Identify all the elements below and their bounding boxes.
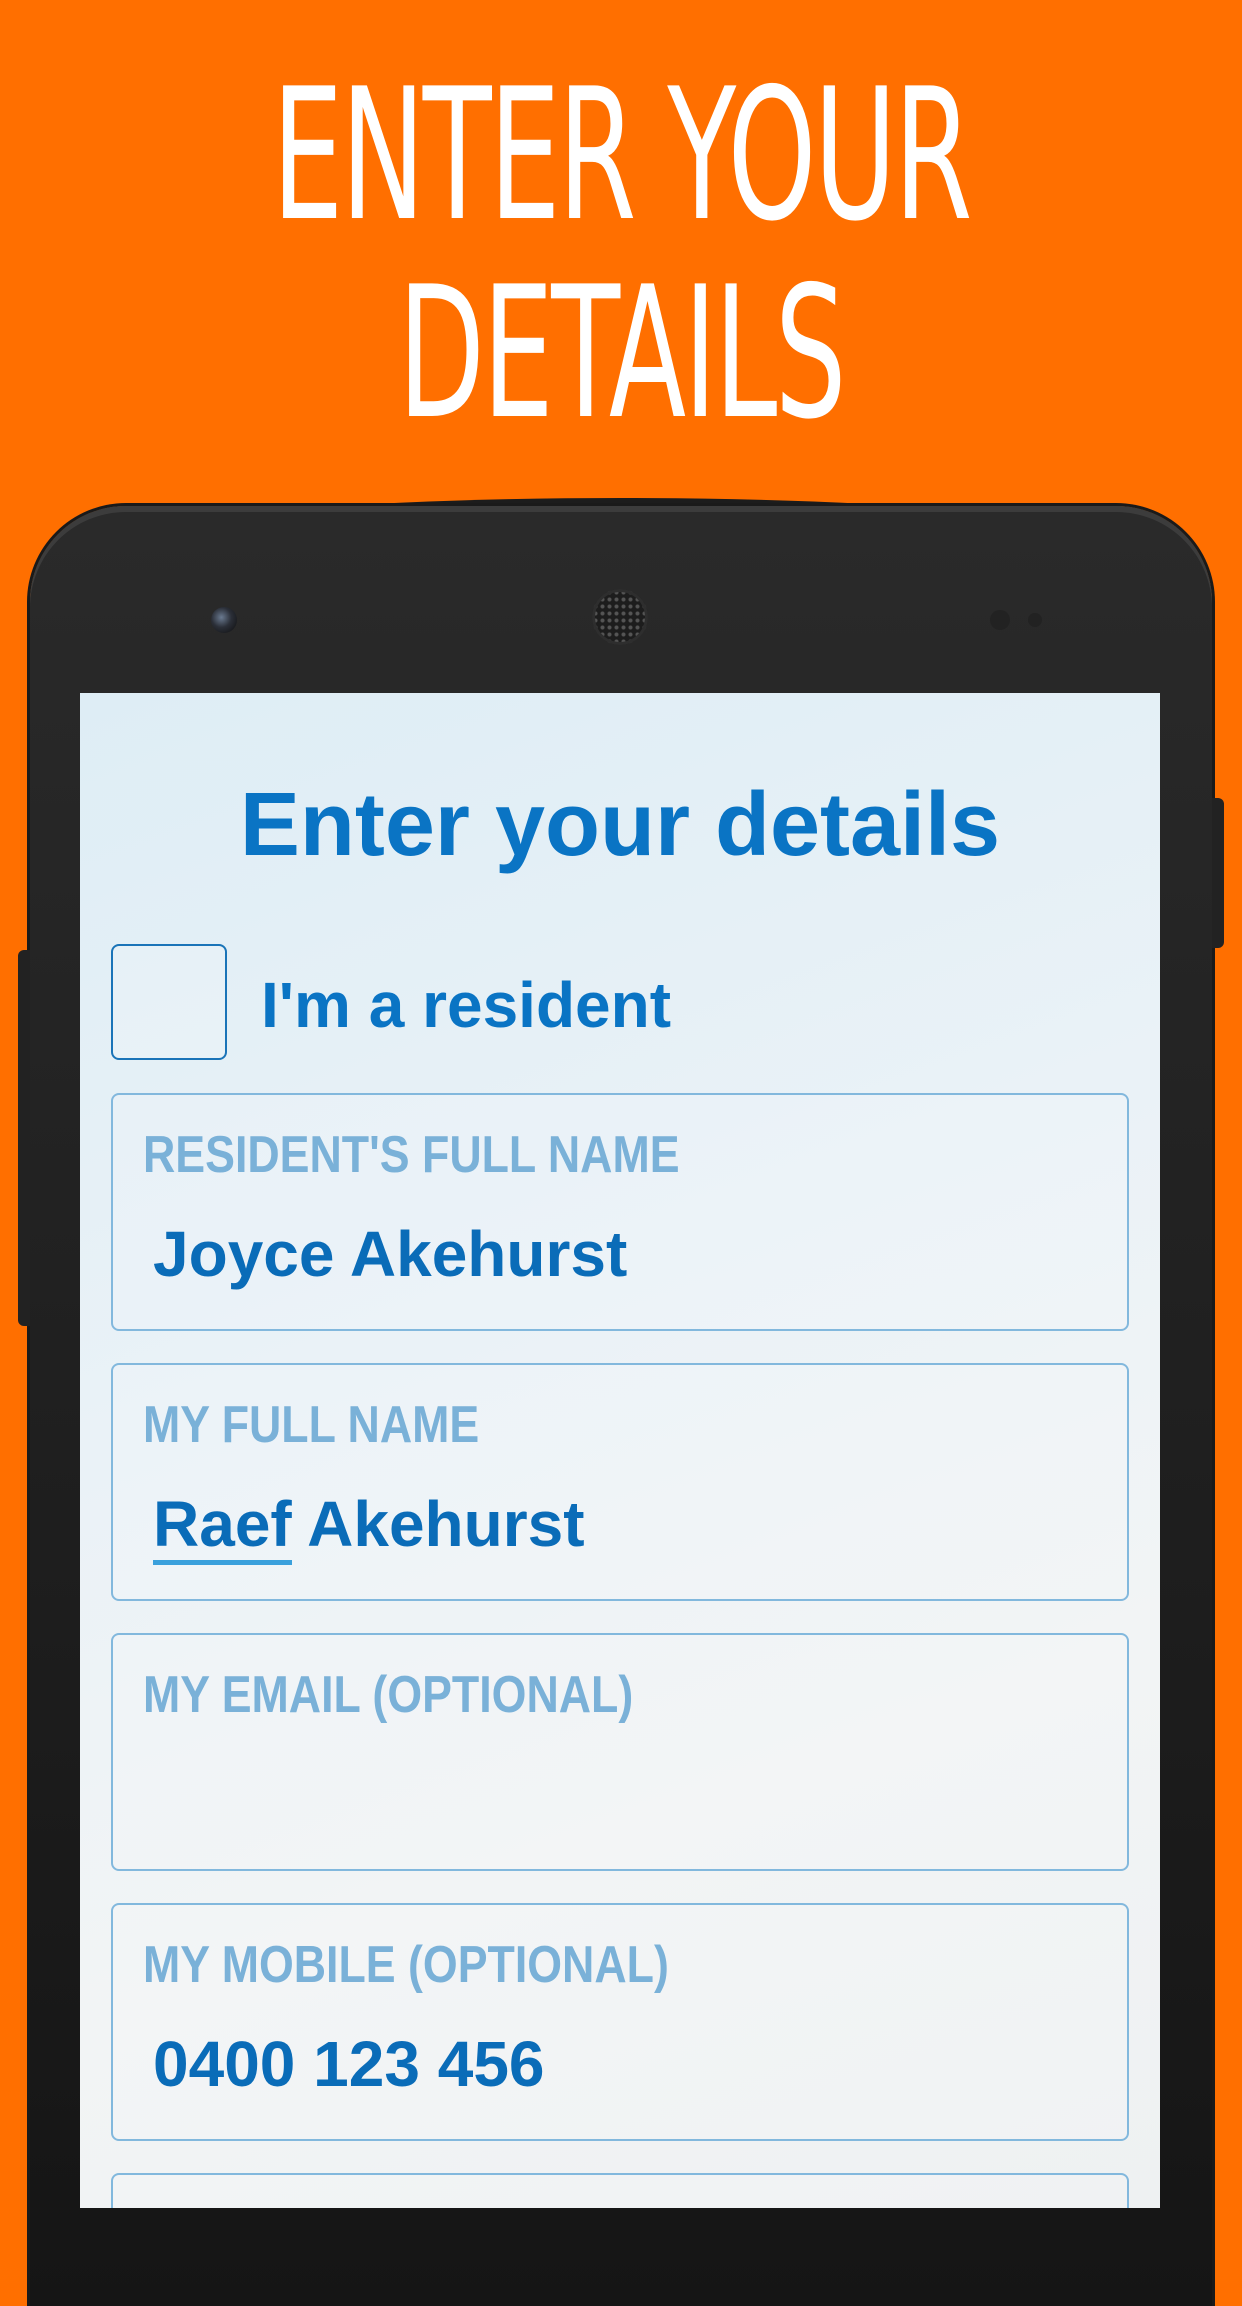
phone-volume-button	[18, 950, 30, 1326]
app-screen: Enter your details I'm a resident RESIDE…	[80, 693, 1160, 2208]
resident-full-name-field[interactable]: RESIDENT'S FULL NAME Joyce Akehurst	[111, 1093, 1129, 1331]
spellcheck-underlined-word: Raef	[153, 1488, 292, 1565]
my-full-name-rest: Akehurst	[291, 1488, 585, 1560]
my-full-name-label: MY FULL NAME	[143, 1396, 480, 1454]
my-mobile-input[interactable]: 0400 123 456	[153, 2027, 1093, 2101]
form-title: Enter your details	[239, 775, 1001, 875]
phone-power-button	[1212, 798, 1224, 948]
my-mobile-field[interactable]: MY MOBILE (OPTIONAL) 0400 123 456	[111, 1903, 1129, 2141]
promo-headline: ENTER YOUR DETAILS	[236, 56, 1006, 452]
resident-full-name-input[interactable]: Joyce Akehurst	[153, 1217, 1093, 1291]
my-full-name-input[interactable]: Raef Akehurst	[153, 1487, 1093, 1565]
resident-checkbox-label[interactable]: I'm a resident	[261, 968, 671, 1042]
proximity-sensor	[990, 610, 1010, 630]
my-full-name-field[interactable]: MY FULL NAME Raef Akehurst	[111, 1363, 1129, 1601]
resident-full-name-label: RESIDENT'S FULL NAME	[143, 1126, 680, 1184]
light-sensor	[1028, 613, 1042, 627]
headline-line-1: ENTER YOUR	[272, 49, 972, 261]
my-email-field[interactable]: MY EMAIL (OPTIONAL)	[111, 1633, 1129, 1871]
headline-line-2: DETAILS	[398, 247, 846, 459]
my-email-label: MY EMAIL (OPTIONAL)	[143, 1666, 634, 1724]
my-mobile-label: MY MOBILE (OPTIONAL)	[143, 1936, 669, 1994]
front-camera	[211, 607, 237, 633]
next-field-partial[interactable]	[111, 2173, 1129, 2208]
earpiece-speaker	[592, 589, 648, 645]
resident-checkbox[interactable]	[111, 944, 227, 1060]
